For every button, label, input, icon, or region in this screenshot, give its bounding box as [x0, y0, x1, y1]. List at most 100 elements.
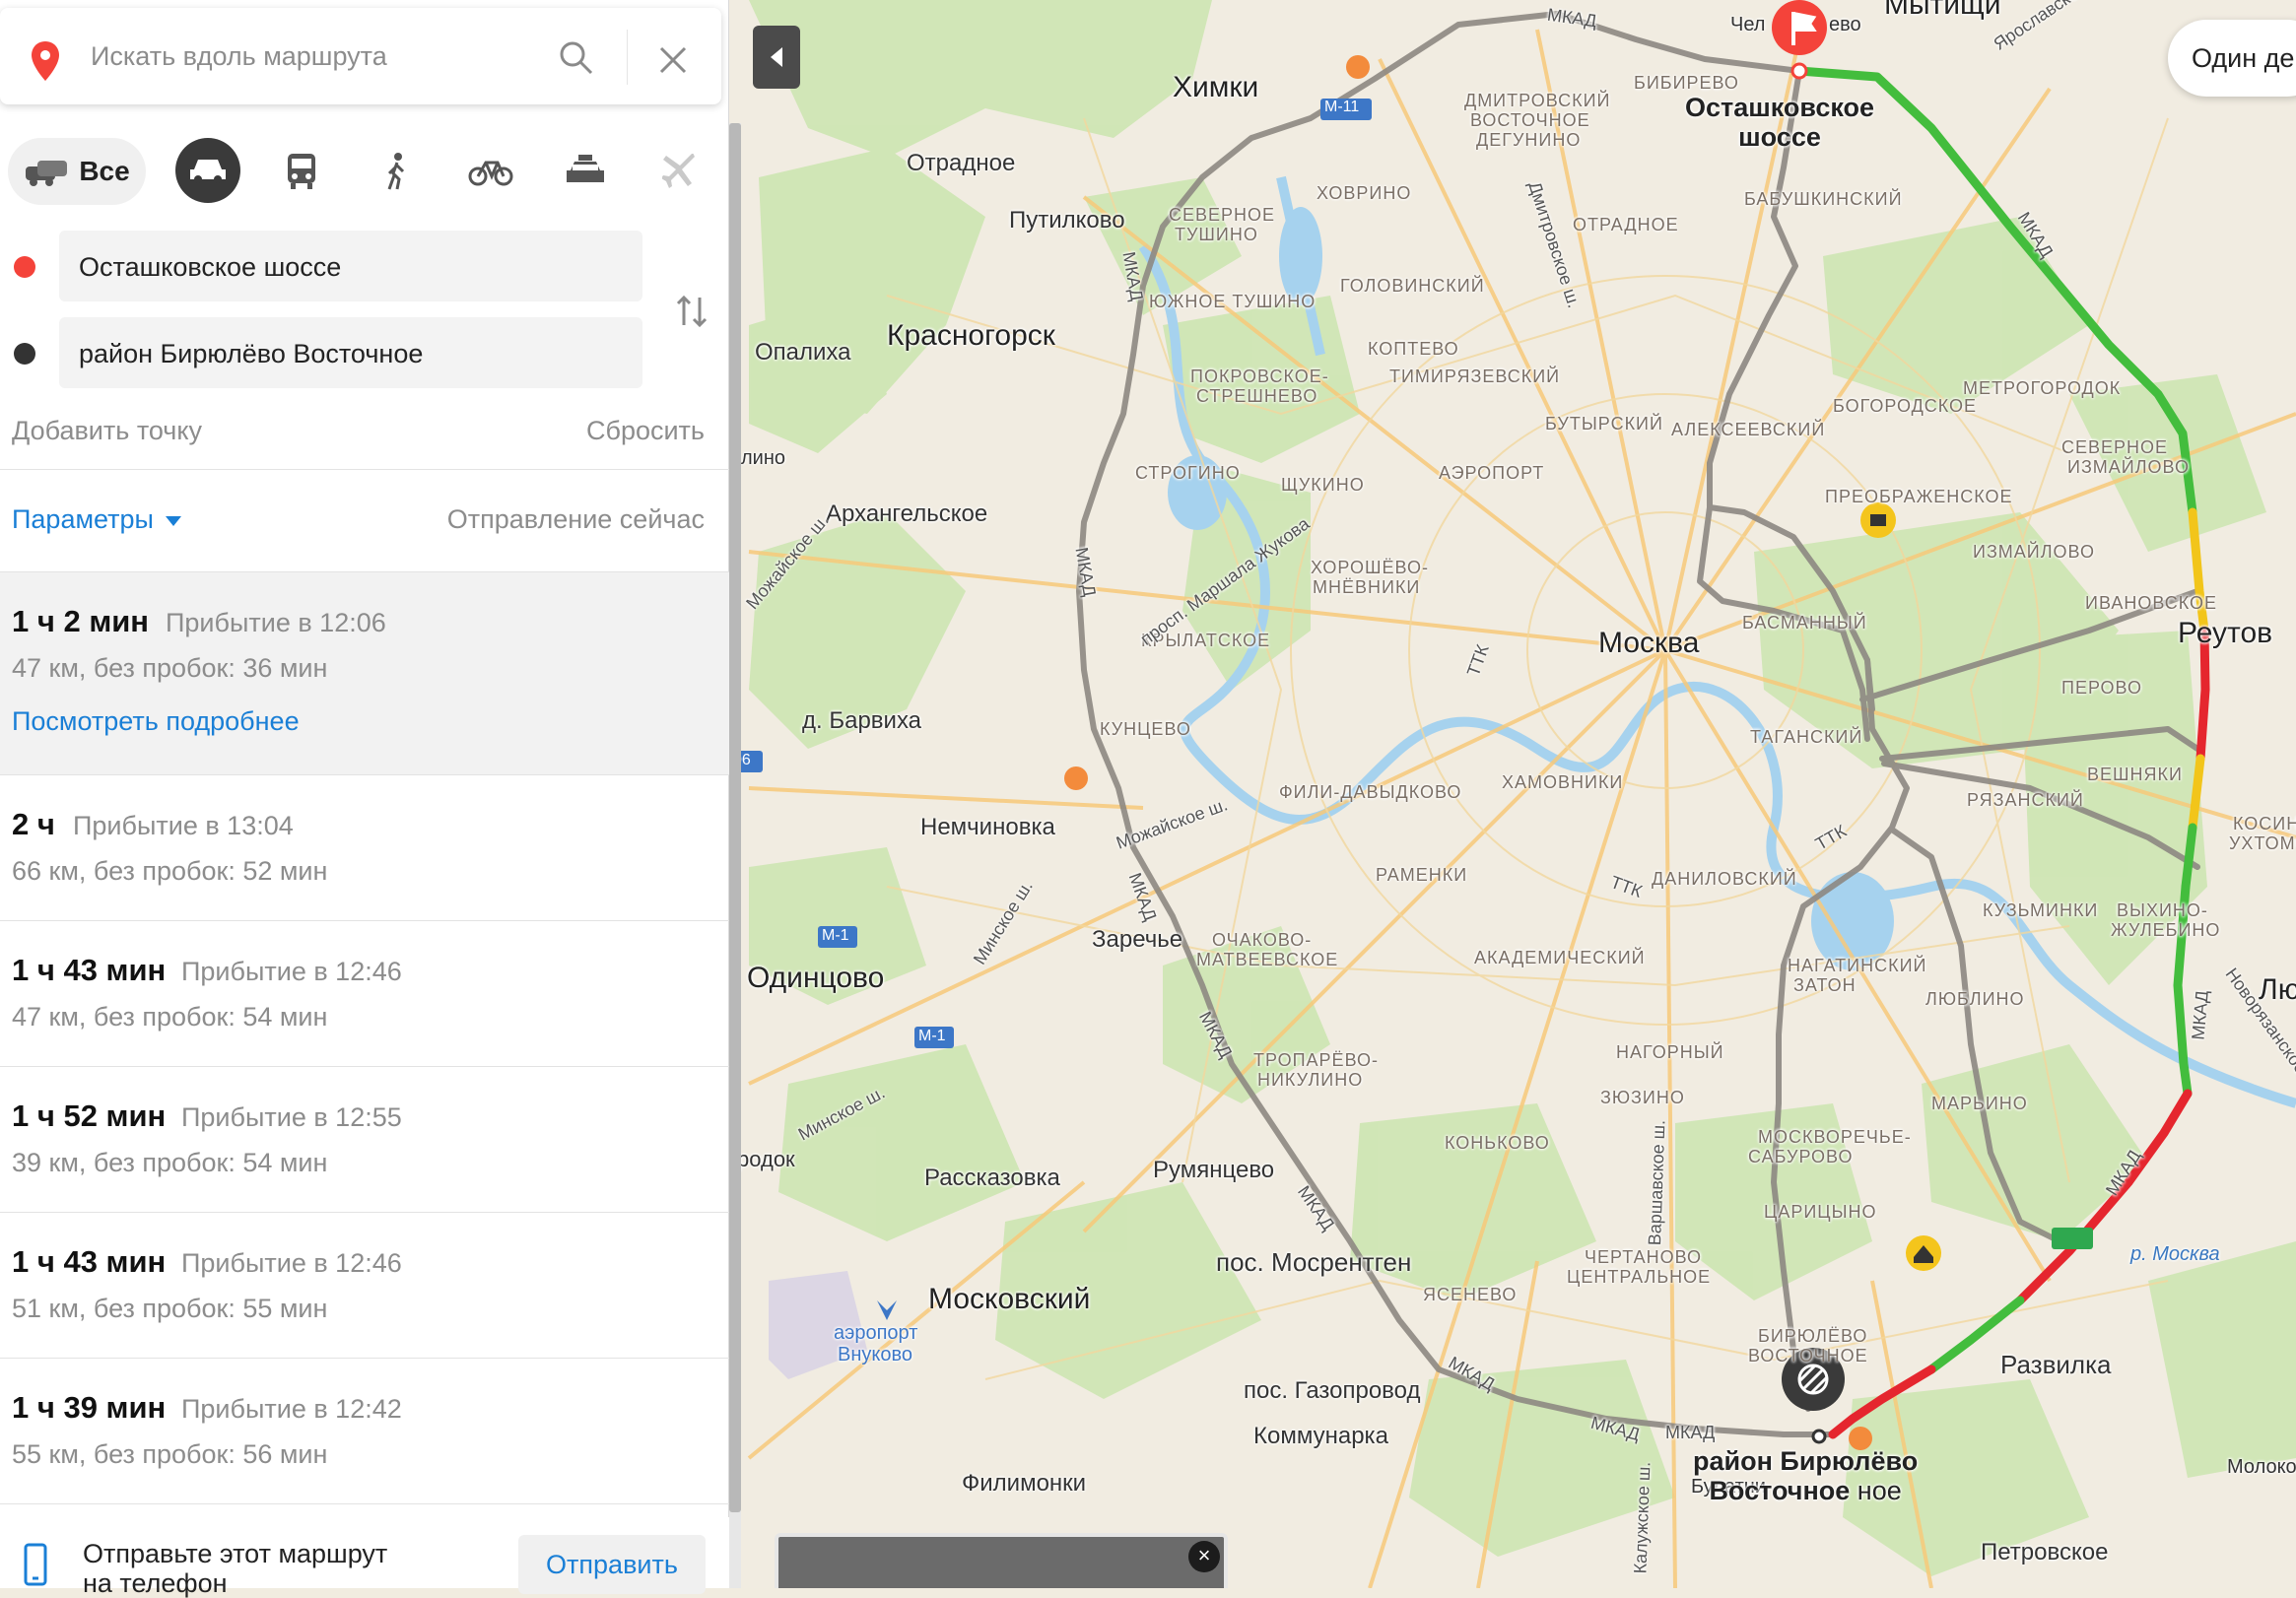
close-icon[interactable]	[658, 45, 688, 75]
phone-icon	[24, 1543, 47, 1586]
search-bar[interactable]: Искать вдоль маршрута	[0, 8, 721, 104]
district-akademichesky: АКАДЕМИЧЕСКИЙ	[1474, 948, 1646, 967]
mode-walk-button[interactable]	[367, 138, 426, 205]
route-option[interactable]: 1 ч 43 мин Прибытие в 12:46 47 км, без п…	[0, 921, 729, 1066]
district-basmanny: БАСМАННЫЙ	[1742, 613, 1867, 633]
district-ryazansky: РЯЗАНСКИЙ	[1967, 790, 2084, 810]
district-biryulevo-z: БИРЮЛЁВО	[1758, 1326, 1868, 1346]
route-duration: 1 ч 52 мин	[12, 1099, 167, 1133]
district-chertanovo-2: ЦЕНТРАЛЬНОЕ	[1567, 1267, 1712, 1287]
close-icon[interactable]: ×	[1188, 1541, 1220, 1572]
place-chel: Чел	[1730, 14, 1766, 35]
district-moskvorechye-1: МОСКВОРЕЧЬЕ-	[1758, 1127, 1912, 1147]
city-reutov: Реутов	[2178, 617, 2273, 649]
send-text-line2: на телефон	[83, 1568, 228, 1598]
airport-vnukovo-1: аэропорт	[834, 1322, 918, 1344]
mode-all-button[interactable]: Все	[8, 138, 146, 205]
city-moscow: Москва	[1598, 627, 1700, 659]
district-troparevo-2: НИКУЛИНО	[1257, 1070, 1364, 1090]
mode-taxi-button[interactable]	[556, 138, 615, 205]
district-metrogorodok: МЕТРОГОРОДОК	[1963, 378, 2122, 398]
place-rumyantsevo: Румянцево	[1153, 1157, 1275, 1183]
district-maryino: МАРЬИНО	[1931, 1094, 2028, 1113]
route-details: 39 км, без пробок: 54 мин	[12, 1148, 328, 1177]
map-pin-icon	[32, 41, 59, 81]
route-details-link[interactable]: Посмотреть подробнее	[12, 706, 300, 737]
mode-bus-button[interactable]	[272, 138, 331, 205]
mode-bike-button[interactable]	[461, 138, 520, 205]
district-ochakovo-2: МАТВЕЕВСКОЕ	[1196, 950, 1339, 969]
send-button[interactable]: Отправить	[518, 1535, 706, 1594]
district-nagorny: НАГОРНЫЙ	[1616, 1042, 1724, 1062]
to-dot	[14, 343, 35, 365]
search-divider	[627, 30, 628, 85]
send-to-phone-bar: Отправьте этот маршрут на телефон Отправ…	[0, 1517, 729, 1598]
mode-car-button[interactable]	[175, 138, 240, 203]
place-opalikha: Опалиха	[755, 339, 851, 366]
start-label: Осташковское шоссе	[1685, 93, 1874, 152]
route-option[interactable]: 1 ч 39 мин Прибытие в 12:42 55 км, без п…	[0, 1359, 729, 1503]
panorama-thumbnail[interactable]: ×	[775, 1533, 1228, 1588]
search-input[interactable]: Искать вдоль маршрута	[91, 41, 387, 72]
from-field[interactable]: Осташковское шоссе	[59, 231, 642, 301]
mode-plane-button[interactable]	[650, 138, 709, 205]
cars-icon	[26, 161, 68, 186]
district-yasenevo: ЯСЕНЕВО	[1423, 1285, 1518, 1304]
road-m11: М-11	[1324, 99, 1360, 115]
river-moskva: р. Москва	[2130, 1243, 2220, 1265]
to-value: район Бирюлёво Восточное	[79, 339, 424, 368]
district-timiryazevsky: ТИМИРЯЗЕВСКИЙ	[1389, 366, 1561, 386]
district-konkovo: КОНЬКОВО	[1445, 1133, 1550, 1153]
place-kommunarka: Коммунарка	[1253, 1423, 1388, 1449]
reset-button[interactable]: Сбросить	[586, 416, 705, 446]
district-ivanovskoe: ИВАНОВСКОЕ	[2085, 593, 2218, 613]
place-zarechye: Заречье	[1092, 926, 1183, 953]
from-value: Осташковское шоссе	[79, 252, 342, 282]
district-koptevo: КОПТЕВО	[1368, 339, 1459, 359]
district-golovinsky: ГОЛОВИНСКИЙ	[1340, 276, 1485, 296]
district-dmitrovsky: ДМИТРОВСКИЙ	[1464, 91, 1611, 110]
district-danilovsky: ДАНИЛОВСКИЙ	[1652, 869, 1797, 889]
map-mode-button[interactable]: Один де	[2168, 20, 2296, 97]
to-field[interactable]: район Бирюлёво Восточное	[59, 317, 642, 388]
road-m1-a: М-1	[822, 927, 849, 944]
district-otradnoe: ОТРАДНОЕ	[1573, 215, 1679, 234]
district-vost-degunino-2: ДЕГУНИНО	[1476, 130, 1582, 150]
district-shchukino: ЩУКИНО	[1281, 475, 1365, 495]
district-yuzh-tushino: ЮЖНОЕ ТУШИНО	[1149, 292, 1317, 311]
district-sev-izmailovo-1: СЕВЕРНОЕ	[2061, 437, 2169, 457]
panel-scrollbar-thumb[interactable]	[729, 123, 741, 1512]
taxi-icon	[567, 155, 604, 182]
transport-modes: Все	[0, 138, 729, 207]
params-dropdown[interactable]: Параметры	[12, 504, 181, 535]
place-arkhangelskoe: Архангельское	[826, 500, 988, 527]
swap-icon[interactable]	[674, 294, 709, 329]
road-mkad-s4: МКАД	[1665, 1423, 1716, 1442]
route-option[interactable]: 2 ч Прибытие в 13:04 66 км, без пробок: …	[0, 775, 729, 920]
route-arrival: Прибытие в 12:06	[166, 608, 386, 637]
place-putilkovo: Путилково	[1009, 207, 1125, 233]
route-option[interactable]: 1 ч 43 мин Прибытие в 12:46 51 км, без п…	[0, 1213, 729, 1358]
district-khoroshevo-2: МНЁВНИКИ	[1313, 577, 1421, 597]
road-mkad-e2: МКАД	[2188, 989, 2212, 1041]
district-khovrino: ХОВРИНО	[1317, 183, 1412, 203]
route-details: 55 км, без пробок: 56 мин	[12, 1439, 328, 1469]
car-icon	[190, 160, 226, 183]
map-mode-label: Один де	[2192, 43, 2295, 73]
district-nagatinsky-1: НАГАТИНСКИЙ	[1788, 956, 1927, 975]
departure-time[interactable]: Отправление сейчас	[447, 504, 705, 535]
road-m1-b: М-1	[918, 1028, 946, 1044]
route-option[interactable]: 1 ч 2 мин Прибытие в 12:06 47 км, без пр…	[0, 572, 729, 774]
district-preobrazhenskoe: ПРЕОБРАЖЕНСКОЕ	[1825, 487, 2013, 506]
airport-vnukovo-2: Внуково	[838, 1344, 913, 1365]
district-lyublino: ЛЮБЛИНО	[1925, 989, 2025, 1009]
send-text-line1: Отправьте этот маршрут	[83, 1539, 388, 1568]
search-icon[interactable]	[558, 39, 595, 77]
district-zyuzino: ЗЮЗИНО	[1600, 1088, 1685, 1107]
collapse-panel-button[interactable]	[753, 26, 800, 89]
route-option[interactable]: 1 ч 52 мин Прибытие в 12:55 39 км, без п…	[0, 1067, 729, 1212]
add-point-button[interactable]: Добавить точку	[12, 416, 202, 446]
start-label-line2: шоссе	[1738, 122, 1821, 152]
district-vykhino-1: ВЫХИНО-	[2117, 900, 2208, 920]
mode-all-label: Все	[79, 156, 130, 186]
